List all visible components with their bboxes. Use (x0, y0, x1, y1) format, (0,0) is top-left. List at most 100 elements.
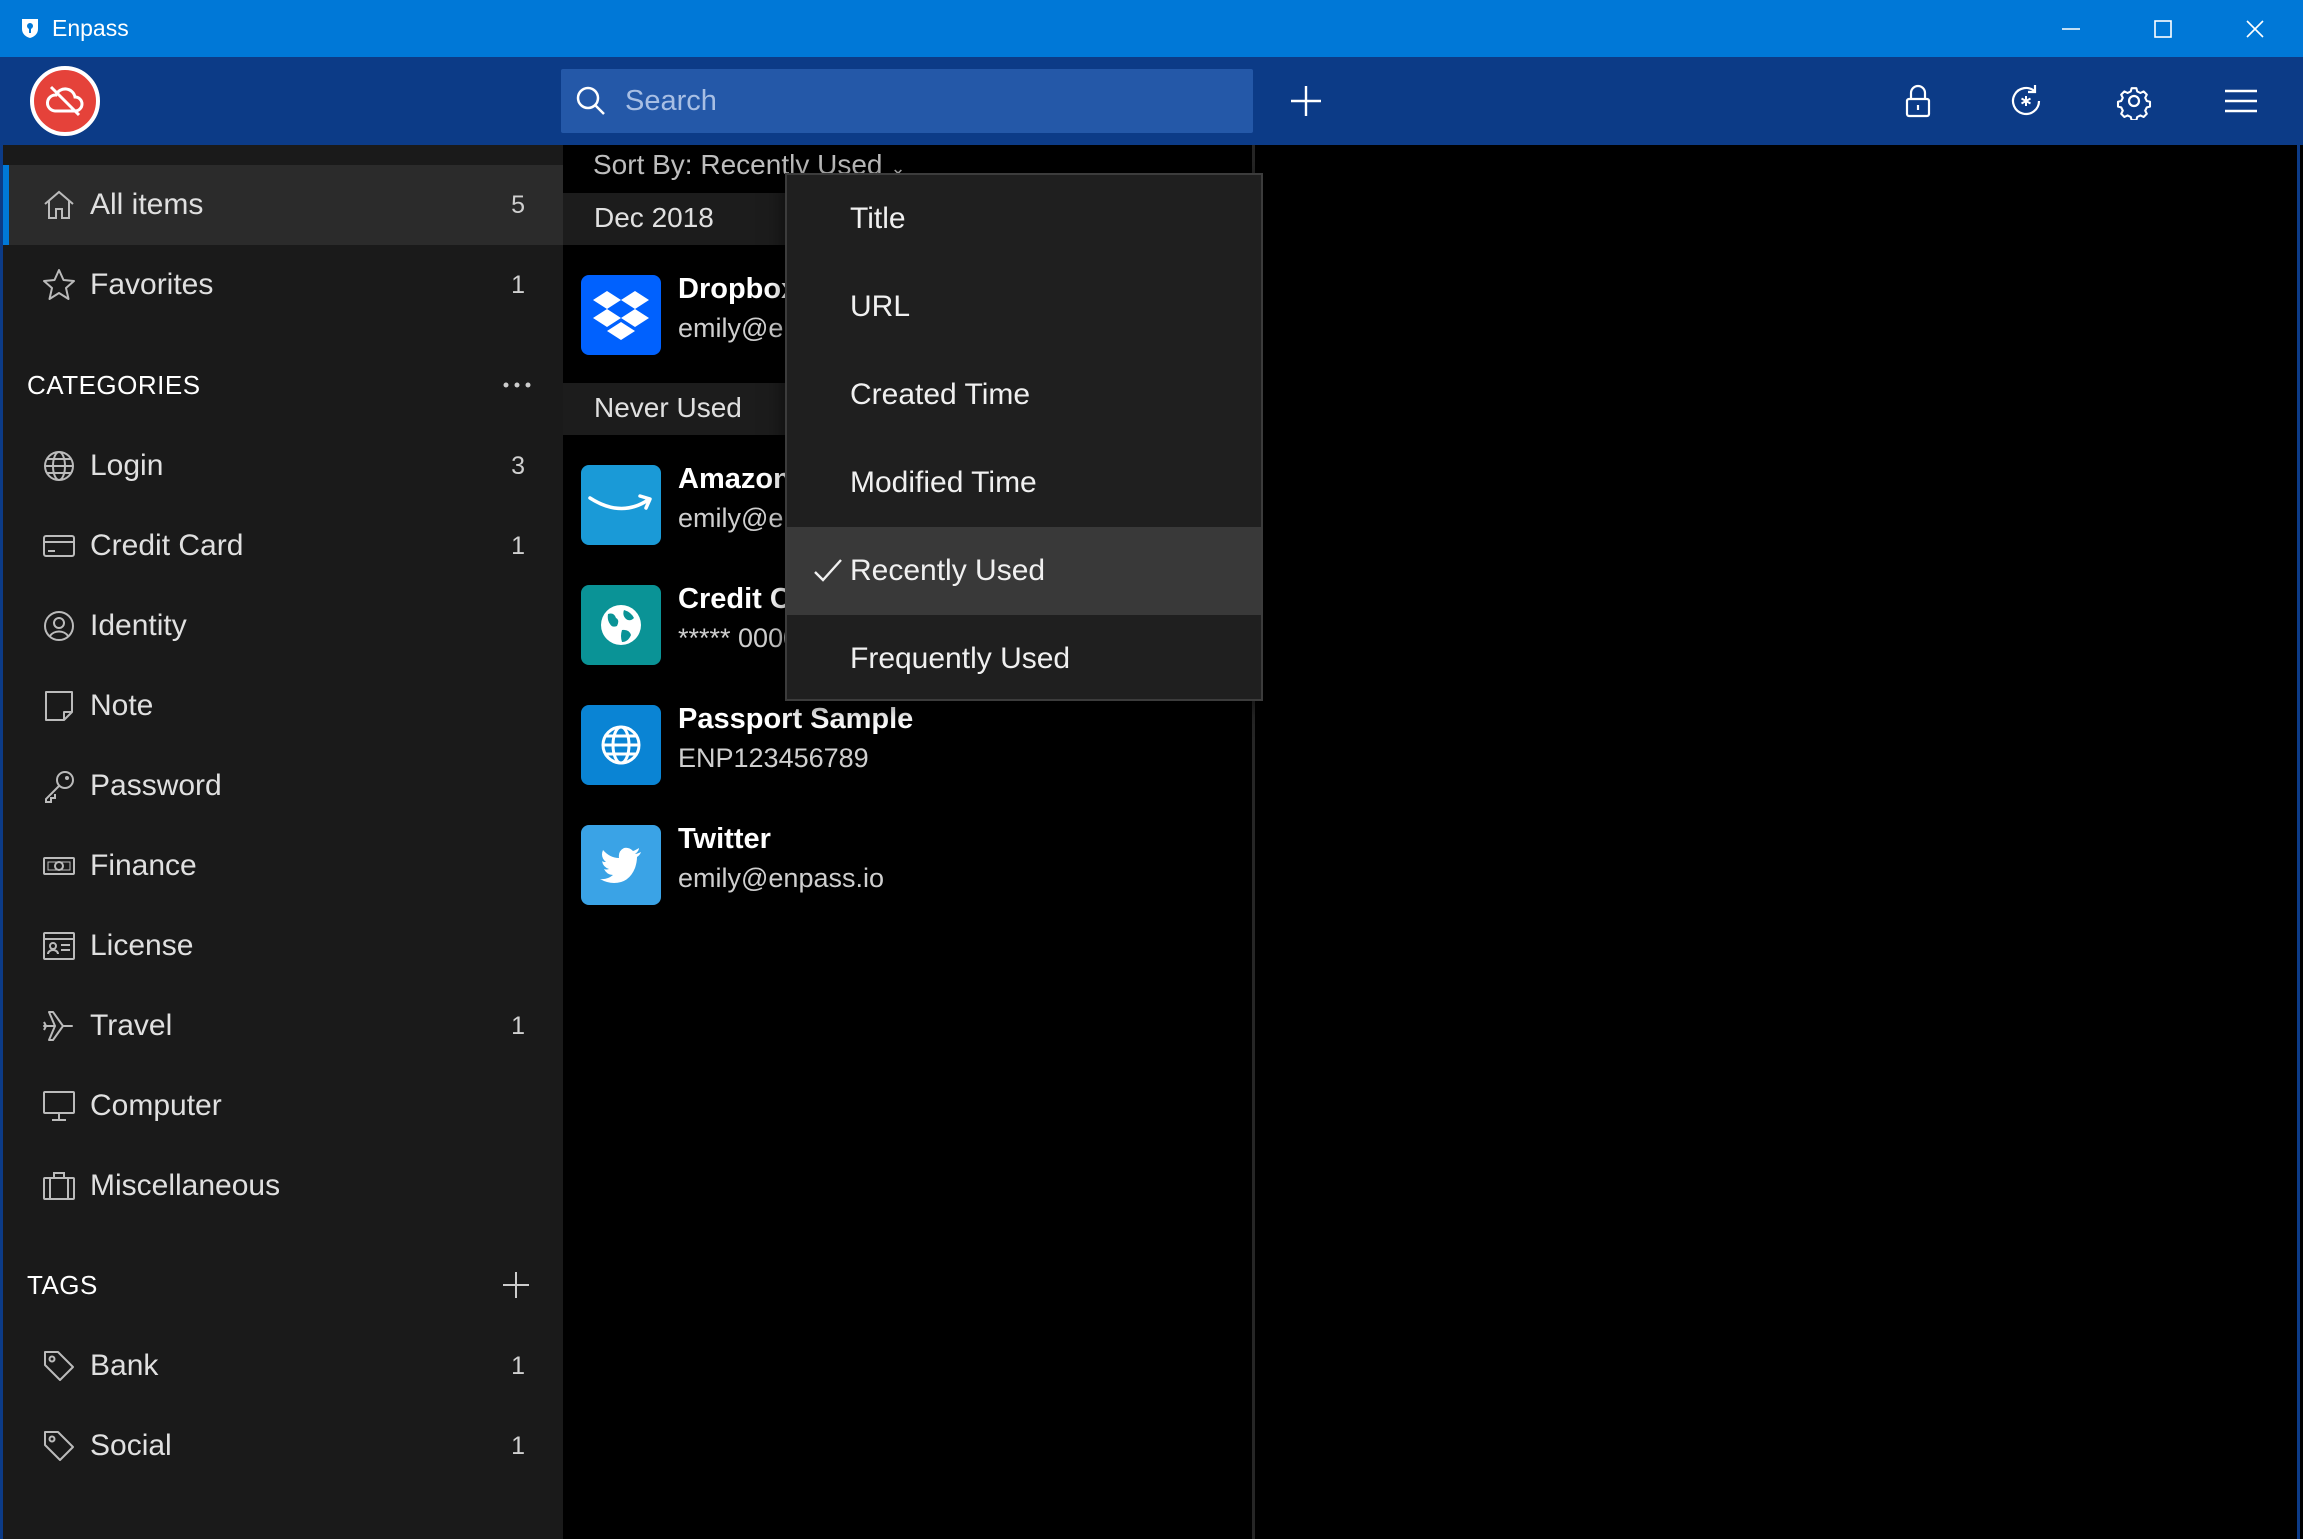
sidebar-item-tag-social[interactable]: Social 1 (3, 1406, 563, 1486)
sidebar-item-password[interactable]: Password (3, 746, 563, 826)
close-button[interactable] (2209, 0, 2301, 57)
categories-header: CATEGORIES (27, 370, 201, 400)
sidebar-item-label: All items (90, 188, 204, 221)
twitter-bird-icon (581, 825, 661, 905)
sidebar-item-label: Note (90, 689, 154, 722)
sidebar-item-favorites[interactable]: Favorites 1 (3, 245, 563, 325)
sort-option-modified-time[interactable]: Modified Time (787, 439, 1261, 527)
enpass-logo-icon (22, 19, 38, 38)
sort-option-label: URL (850, 290, 911, 323)
sort-option-created-time[interactable]: Created Time (787, 351, 1261, 439)
sidebar-item-label: Login (90, 449, 164, 482)
sort-by-label: Sort By: (593, 149, 693, 180)
tag-icon (41, 1348, 77, 1384)
sidebar-item-note[interactable]: Note (3, 666, 563, 746)
sidebar-item-finance[interactable]: Finance (3, 826, 563, 906)
sort-option-label: Created Time (850, 378, 1031, 411)
amazon-icon (581, 465, 661, 545)
sidebar-item-label: Password (90, 769, 222, 802)
minimize-icon (2062, 27, 2080, 30)
license-icon (41, 928, 77, 964)
list-item-twitter[interactable]: Twitter emily@enpass.io (563, 805, 1253, 925)
maximize-icon (2154, 19, 2172, 38)
window-title: Enpass (52, 15, 129, 41)
sidebar-item-login[interactable]: Login 3 (3, 426, 563, 506)
banknote-icon (41, 848, 77, 884)
sync-button[interactable] (30, 66, 100, 136)
list-item-passport-sample[interactable]: Passport Sample ENP123456789 (563, 685, 1253, 805)
item-count: 1 (511, 531, 525, 560)
search-box[interactable] (561, 69, 1253, 133)
password-generator-icon (2011, 85, 2041, 116)
item-title: Passport Sample (678, 703, 914, 735)
globe-icon (581, 705, 661, 785)
settings-button[interactable] (2106, 73, 2162, 129)
close-icon (2246, 19, 2264, 38)
plus-icon (503, 1272, 529, 1298)
tags-header: TAGS (27, 1270, 98, 1300)
sidebar-item-label: Miscellaneous (90, 1169, 281, 1202)
sidebar-item-label: Identity (90, 609, 187, 642)
group-header-label: Dec 2018 (594, 202, 714, 233)
maximize-button[interactable] (2117, 0, 2209, 57)
hamburger-menu-icon (2225, 89, 2257, 113)
add-item-button[interactable] (1278, 73, 1334, 129)
sidebar-item-label: License (90, 929, 194, 962)
sidebar-item-all-items[interactable]: All items 5 (3, 165, 563, 245)
sidebar-item-label: Travel (90, 1009, 173, 1042)
sidebar-item-license[interactable]: License (3, 906, 563, 986)
sidebar-item-label: Bank (90, 1349, 159, 1382)
group-header-label: Never Used (594, 392, 742, 423)
search-icon (576, 86, 605, 115)
sidebar-item-credit-card[interactable]: Credit Card 1 (3, 506, 563, 586)
add-tag-button[interactable] (494, 1263, 538, 1307)
sidebar-item-tag-bank[interactable]: Bank 1 (3, 1326, 563, 1406)
airplane-icon (41, 1008, 77, 1044)
more-dots-icon (503, 382, 531, 388)
key-icon (41, 768, 77, 804)
item-subtitle: emily@enpass.io (678, 863, 884, 893)
sort-option-url[interactable]: URL (787, 263, 1261, 351)
lock-button[interactable] (1890, 73, 1946, 129)
sort-option-recently-used[interactable]: Recently Used (787, 527, 1261, 615)
sidebar-item-label: Social (90, 1429, 172, 1462)
home-icon (41, 187, 77, 223)
lock-icon (1905, 84, 1931, 118)
item-count: 1 (511, 1011, 525, 1040)
sidebar: All items 5 Favorites 1 CATEGORIES Login… (0, 145, 563, 1539)
sidebar-item-travel[interactable]: Travel 1 (3, 986, 563, 1066)
sidebar-item-identity[interactable]: Identity (3, 586, 563, 666)
sidebar-item-label: Favorites (90, 268, 214, 301)
sort-option-title[interactable]: Title (787, 175, 1261, 263)
sort-option-frequently-used[interactable]: Frequently Used (787, 615, 1261, 703)
sidebar-item-label: Credit Card (90, 529, 244, 562)
sort-option-label: Title (850, 202, 906, 235)
minimize-button[interactable] (2025, 0, 2117, 57)
sort-option-label: Recently Used (850, 554, 1046, 587)
item-subtitle: ENP123456789 (678, 743, 869, 773)
globe-icon (41, 448, 77, 484)
item-detail-pane (1255, 145, 2300, 1539)
item-count: 1 (511, 1431, 525, 1460)
item-subtitle: ***** 0000 (678, 623, 799, 653)
briefcase-icon (41, 1168, 77, 1204)
sidebar-item-miscellaneous[interactable]: Miscellaneous (3, 1146, 563, 1226)
note-icon (41, 688, 77, 724)
item-title: Twitter (678, 823, 771, 855)
sort-menu: Title URL Created Time Modified Time Rec… (785, 173, 1263, 701)
checkmark-icon (814, 559, 842, 582)
tag-icon (41, 1428, 77, 1464)
item-count: 1 (511, 1351, 525, 1380)
globe-icon (581, 585, 661, 665)
sidebar-item-label: Finance (90, 849, 197, 882)
credit-card-icon (41, 528, 77, 564)
title-bar: Enpass (0, 0, 2303, 57)
main-menu-button[interactable] (2213, 73, 2269, 129)
categories-more-button[interactable] (495, 363, 539, 407)
item-count: 5 (511, 190, 525, 219)
search-input[interactable] (625, 69, 1235, 133)
sidebar-item-label: Computer (90, 1089, 222, 1122)
sidebar-item-computer[interactable]: Computer (3, 1066, 563, 1146)
sort-option-label: Frequently Used (850, 642, 1071, 675)
password-generator-button[interactable] (1998, 73, 2054, 129)
